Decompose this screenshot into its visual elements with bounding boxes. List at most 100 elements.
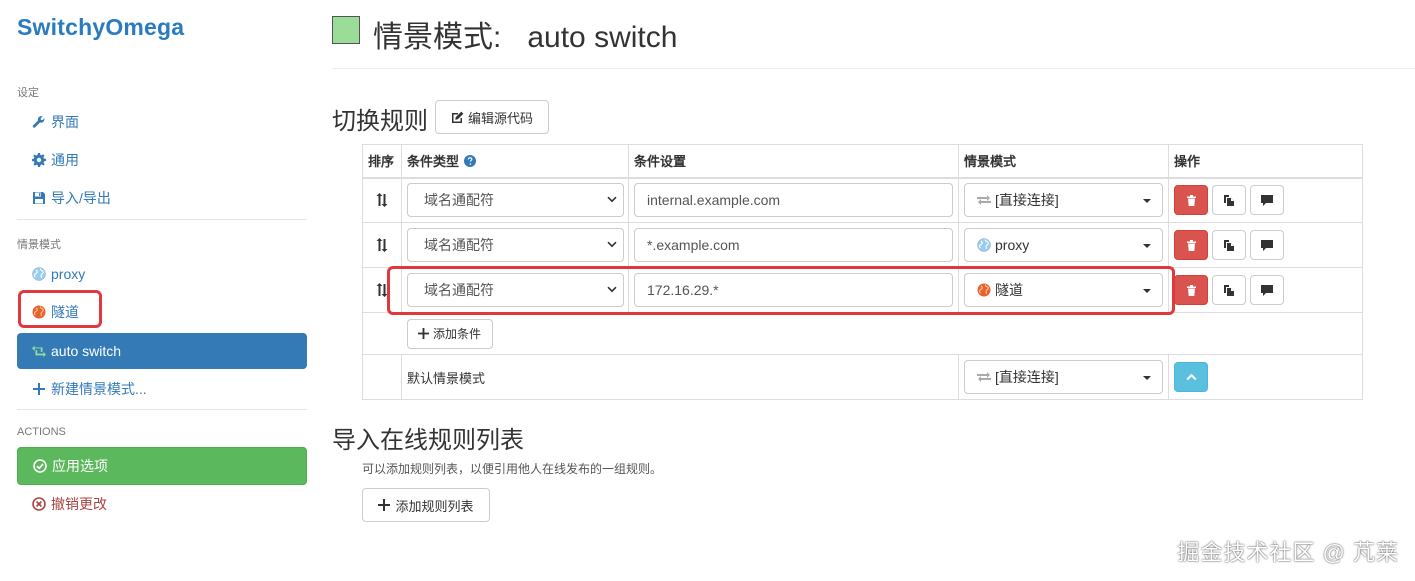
trash-icon: [1186, 194, 1197, 207]
default-profile-row: 默认情景模式 [直接连接]: [362, 354, 1363, 400]
caret-down-icon: [1143, 289, 1151, 293]
switch-rules-table: 排序 条件类型 条件设置 情景模式 操作 域名通配符 internal.exam…: [362, 144, 1363, 400]
apply-options-button[interactable]: 应用选项: [17, 447, 307, 485]
condition-pattern-input[interactable]: internal.example.com: [634, 183, 953, 218]
table-row: 域名通配符 172.16.29.* 隧道: [362, 267, 1363, 313]
plus-icon: [32, 382, 46, 396]
edit-icon: [451, 111, 464, 124]
check-circle-icon: [33, 459, 47, 473]
globe-icon: [977, 283, 991, 297]
profile-dropdown[interactable]: proxy: [964, 228, 1163, 262]
column-header-ops: 操作: [1168, 144, 1363, 179]
copy-icon: [1223, 239, 1235, 251]
chevron-down-icon: [607, 196, 617, 203]
sidebar-item-ui[interactable]: 界面: [17, 104, 307, 140]
sidebar-item-label: auto switch: [51, 343, 122, 359]
apply-options-label: 应用选项: [52, 458, 108, 474]
condition-type-select[interactable]: 域名通配符: [407, 183, 624, 218]
edit-source-button[interactable]: 编辑源代码: [435, 100, 549, 134]
sidebar-item-label: 导入/导出: [51, 190, 111, 206]
edit-source-label: 编辑源代码: [467, 110, 533, 126]
question-circle-icon[interactable]: [464, 154, 477, 167]
condition-type-select[interactable]: 域名通配符: [407, 273, 624, 307]
profile-cell: proxy: [958, 222, 1169, 268]
clone-rule-button[interactable]: [1212, 230, 1246, 260]
trash-icon: [1186, 284, 1197, 296]
add-rule-list-button[interactable]: 添加规则列表: [362, 488, 490, 522]
sidebar: SwitchyOmega 设定 界面 通用 导入/导出 情景模式 proxy 隧…: [0, 0, 322, 581]
gear-icon: [32, 153, 46, 167]
globe-icon: [977, 238, 991, 252]
collapse-button[interactable]: [1174, 362, 1208, 392]
sort-handle-icon[interactable]: [372, 190, 392, 210]
rules-heading: 切换规则: [332, 108, 428, 135]
caret-down-icon: [1143, 244, 1151, 248]
new-profile-link[interactable]: 新建情景模式...: [17, 371, 307, 407]
chevron-down-icon: [607, 241, 617, 248]
clone-rule-button[interactable]: [1212, 185, 1246, 216]
page-title-name: auto switch: [527, 21, 678, 54]
add-condition-button[interactable]: 添加条件: [406, 318, 493, 349]
delete-rule-button[interactable]: [1174, 185, 1208, 216]
profile-dropdown[interactable]: [直接连接]: [964, 183, 1163, 218]
column-header-type-label: 条件类型: [407, 154, 460, 170]
wrench-icon: [32, 115, 46, 129]
sidebar-item-tunnel[interactable]: 隧道: [17, 294, 307, 330]
sidebar-item-general[interactable]: 通用: [17, 142, 307, 178]
table-header-row: 排序 条件类型 条件设置 情景模式 操作: [362, 144, 1363, 179]
plus-icon: [417, 328, 429, 339]
column-header-setting: 条件设置: [628, 144, 959, 179]
empty-cell: [362, 354, 402, 400]
sidebar-divider: [17, 219, 307, 220]
discard-changes-button[interactable]: 撤销更改: [17, 486, 307, 522]
brand-title[interactable]: SwitchyOmega: [17, 14, 184, 41]
condition-setting-cell: 172.16.29.*: [628, 267, 959, 313]
condition-pattern-input[interactable]: 172.16.29.*: [634, 273, 953, 307]
sidebar-item-import-export[interactable]: 导入/导出: [17, 180, 307, 216]
comment-rule-button[interactable]: [1250, 185, 1284, 216]
sort-cell: [362, 177, 402, 223]
copy-icon: [1223, 284, 1235, 296]
default-profile-dropdown[interactable]: [直接连接]: [964, 360, 1163, 394]
profile-value: [直接连接]: [995, 192, 1059, 209]
clone-rule-button[interactable]: [1212, 275, 1246, 305]
sort-handle-icon[interactable]: [372, 235, 392, 255]
profile-cell: [直接连接]: [958, 354, 1169, 400]
sidebar-item-label: 通用: [51, 152, 79, 168]
sort-handle-icon[interactable]: [372, 280, 392, 300]
condition-type-value: 域名通配符: [424, 237, 494, 253]
caret-down-icon: [1143, 199, 1151, 204]
profile-color-swatch[interactable]: [332, 16, 360, 44]
condition-type-value: 域名通配符: [424, 282, 494, 298]
default-label-cell: 默认情景模式: [401, 354, 959, 400]
profile-value: 隧道: [995, 282, 1023, 298]
sort-cell: [362, 267, 402, 313]
profile-dropdown[interactable]: 隧道: [964, 273, 1163, 307]
table-row: 域名通配符 internal.example.com [直接连接]: [362, 177, 1363, 223]
comment-rule-button[interactable]: [1250, 275, 1284, 305]
profile-value: proxy: [995, 237, 1030, 253]
discard-changes-label: 撤销更改: [51, 496, 107, 512]
comment-rule-button[interactable]: [1250, 230, 1284, 260]
profile-value: [直接连接]: [995, 369, 1059, 385]
page-title: 情景模式: auto switch: [373, 12, 677, 56]
remove-circle-icon: [32, 497, 46, 511]
delete-rule-button[interactable]: [1174, 275, 1208, 305]
condition-pattern-input[interactable]: *.example.com: [634, 228, 953, 262]
condition-type-select[interactable]: 域名通配符: [407, 228, 624, 262]
comment-icon: [1261, 239, 1273, 251]
condition-type-cell: 域名通配符: [401, 222, 629, 268]
condition-type-value: 域名通配符: [424, 192, 494, 209]
sidebar-item-auto-switch[interactable]: auto switch: [17, 333, 307, 369]
ops-cell: [1168, 267, 1363, 313]
delete-rule-button[interactable]: [1174, 230, 1208, 260]
chevron-down-icon: [607, 286, 617, 293]
column-header-type: 条件类型: [401, 144, 629, 179]
globe-icon: [32, 267, 46, 281]
copy-icon: [1223, 194, 1235, 207]
transfer-icon: [977, 371, 991, 383]
condition-setting-cell: *.example.com: [628, 222, 959, 268]
sidebar-divider: [17, 409, 307, 410]
column-header-profile: 情景模式: [958, 144, 1169, 179]
sidebar-item-proxy[interactable]: proxy: [17, 256, 307, 292]
